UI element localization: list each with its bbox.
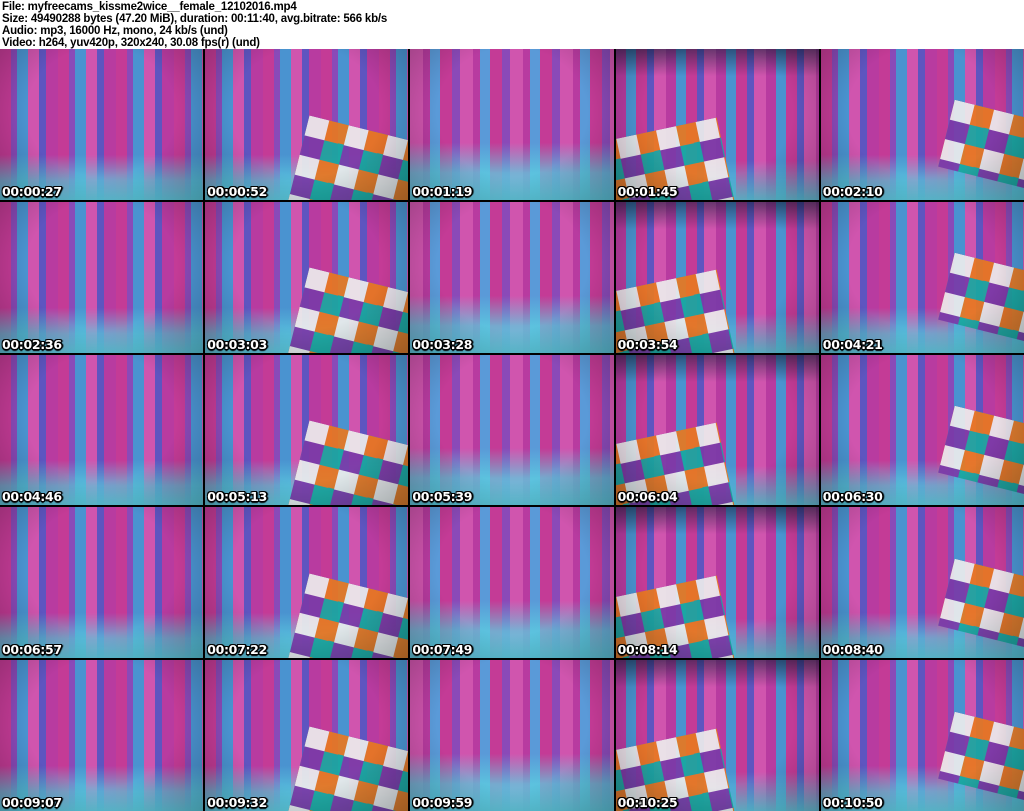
video-thumbnail[interactable]: 00:04:21 xyxy=(820,201,1024,353)
timestamp-overlay: 00:01:19 xyxy=(412,183,473,199)
video-thumbnail[interactable]: 00:06:30 xyxy=(820,354,1024,506)
video-thumbnail[interactable]: 00:00:27 xyxy=(0,49,204,200)
thumbnail-placeholder-art xyxy=(820,49,1024,200)
thumbnail-placeholder-art xyxy=(205,660,409,811)
media-info-line-audio: Audio: mp3, 16000 Hz, mono, 24 kb/s (und… xyxy=(2,25,228,37)
media-info-header: File: myfreecams_kissme2wice__female_121… xyxy=(0,0,1024,49)
video-thumbnail[interactable]: 00:07:22 xyxy=(205,507,409,659)
thumbnail-placeholder-art xyxy=(615,660,819,811)
timestamp-overlay: 00:08:40 xyxy=(822,642,883,658)
timestamp-overlay: 00:02:36 xyxy=(2,336,62,352)
timestamp-overlay: 00:07:49 xyxy=(412,642,473,658)
timestamp-overlay: 00:03:54 xyxy=(617,336,678,352)
timestamp-overlay: 00:07:22 xyxy=(207,642,267,658)
video-thumbnail[interactable]: 00:06:57 xyxy=(0,507,204,659)
thumbnail-placeholder-art xyxy=(205,354,409,506)
video-thumbnail[interactable]: 00:01:19 xyxy=(410,49,614,200)
timestamp-overlay: 00:06:57 xyxy=(2,642,62,658)
timestamp-overlay: 00:09:32 xyxy=(207,795,267,810)
video-thumbnail[interactable]: 00:03:54 xyxy=(615,201,819,353)
media-info-line-file: File: myfreecams_kissme2wice__female_121… xyxy=(2,1,297,13)
video-thumbnail[interactable]: 00:09:07 xyxy=(0,660,204,811)
video-thumbnail[interactable]: 00:07:49 xyxy=(410,507,614,659)
thumbnail-placeholder-art xyxy=(410,49,614,200)
video-thumbnail[interactable]: 00:00:52 xyxy=(205,49,409,200)
thumbnail-placeholder-art xyxy=(615,201,819,353)
timestamp-overlay: 00:05:13 xyxy=(207,489,267,505)
video-contact-sheet: File: myfreecams_kissme2wice__female_121… xyxy=(0,0,1024,811)
video-thumbnail[interactable]: 00:03:03 xyxy=(205,201,409,353)
thumbnail-placeholder-art xyxy=(0,354,204,506)
thumbnail-grid: 00:00:27 00:00:52 00:01:19 00:01:45 00:0… xyxy=(0,49,1024,811)
media-info-line-video: Video: h264, yuv420p, 320x240, 30.08 fps… xyxy=(2,37,260,49)
video-thumbnail[interactable]: 00:10:50 xyxy=(820,660,1024,811)
video-thumbnail[interactable]: 00:02:10 xyxy=(820,49,1024,200)
thumbnail-placeholder-art xyxy=(0,507,204,659)
thumbnail-placeholder-art xyxy=(820,507,1024,659)
timestamp-overlay: 00:06:04 xyxy=(617,489,678,505)
timestamp-overlay: 00:03:28 xyxy=(412,336,473,352)
thumbnail-placeholder-art xyxy=(0,660,204,811)
timestamp-overlay: 00:08:14 xyxy=(617,642,678,658)
timestamp-overlay: 00:00:52 xyxy=(207,183,267,199)
timestamp-overlay: 00:03:03 xyxy=(207,336,267,352)
timestamp-overlay: 00:06:30 xyxy=(822,489,883,505)
thumbnail-placeholder-art xyxy=(615,49,819,200)
timestamp-overlay: 00:02:10 xyxy=(822,183,883,199)
video-thumbnail[interactable]: 00:08:14 xyxy=(615,507,819,659)
thumbnail-placeholder-art xyxy=(410,507,614,659)
thumbnail-placeholder-art xyxy=(820,201,1024,353)
video-thumbnail[interactable]: 00:06:04 xyxy=(615,354,819,506)
timestamp-overlay: 00:10:50 xyxy=(822,795,883,810)
thumbnail-placeholder-art xyxy=(820,354,1024,506)
video-thumbnail[interactable]: 00:10:25 xyxy=(615,660,819,811)
timestamp-overlay: 00:04:21 xyxy=(822,336,883,352)
thumbnail-placeholder-art xyxy=(205,201,409,353)
media-info-line-size: Size: 49490288 bytes (47.20 MiB), durati… xyxy=(2,13,388,25)
video-thumbnail[interactable]: 00:05:39 xyxy=(410,354,614,506)
video-thumbnail[interactable]: 00:02:36 xyxy=(0,201,204,353)
timestamp-overlay: 00:09:59 xyxy=(412,795,473,810)
thumbnail-placeholder-art xyxy=(205,49,409,200)
timestamp-overlay: 00:04:46 xyxy=(2,489,62,505)
thumbnail-placeholder-art xyxy=(820,660,1024,811)
thumbnail-placeholder-art xyxy=(205,507,409,659)
thumbnail-placeholder-art xyxy=(410,660,614,811)
video-thumbnail[interactable]: 00:01:45 xyxy=(615,49,819,200)
thumbnail-placeholder-art xyxy=(615,507,819,659)
video-thumbnail[interactable]: 00:09:32 xyxy=(205,660,409,811)
thumbnail-placeholder-art xyxy=(0,201,204,353)
thumbnail-placeholder-art xyxy=(615,354,819,506)
timestamp-overlay: 00:01:45 xyxy=(617,183,678,199)
timestamp-overlay: 00:05:39 xyxy=(412,489,473,505)
video-thumbnail[interactable]: 00:08:40 xyxy=(820,507,1024,659)
timestamp-overlay: 00:10:25 xyxy=(617,795,678,810)
timestamp-overlay: 00:09:07 xyxy=(2,795,62,810)
timestamp-overlay: 00:00:27 xyxy=(2,183,62,199)
thumbnail-placeholder-art xyxy=(410,354,614,506)
video-thumbnail[interactable]: 00:03:28 xyxy=(410,201,614,353)
thumbnail-placeholder-art xyxy=(410,201,614,353)
video-thumbnail[interactable]: 00:09:59 xyxy=(410,660,614,811)
video-thumbnail[interactable]: 00:04:46 xyxy=(0,354,204,506)
video-thumbnail[interactable]: 00:05:13 xyxy=(205,354,409,506)
thumbnail-placeholder-art xyxy=(0,49,204,200)
